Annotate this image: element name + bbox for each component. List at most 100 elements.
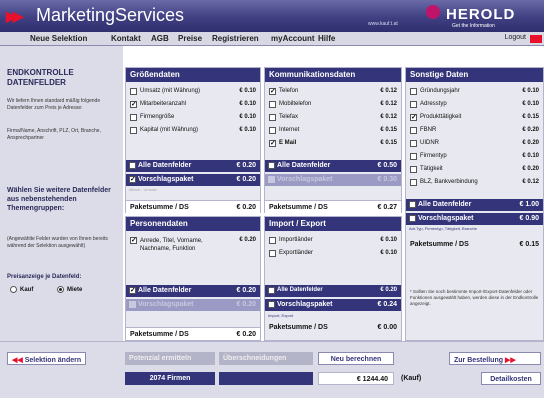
field-row[interactable]: Gründungsjahr € 0.10: [410, 87, 539, 97]
field-row[interactable]: FBNR € 0.20: [410, 126, 539, 136]
panel-sonstige-daten: Sonstige Daten Gründungsjahr € 0.10 Adres…: [405, 67, 544, 341]
footnote: * Sollten Sie noch bestimmte Import-/Exp…: [410, 289, 539, 306]
panel-import-export: Import / Export Importländer € 0.10 Expor…: [264, 216, 402, 341]
field-row[interactable]: Tätigkeit € 0.20: [410, 165, 539, 175]
change-selection-button[interactable]: ◀◀ Selektion ändern: [7, 352, 87, 365]
field-row[interactable]: ✓ Produkttätigkeit € 0.15: [410, 113, 539, 123]
panel-title: Import / Export: [265, 217, 401, 231]
page-subtitle: DATENFELDER: [7, 78, 66, 87]
nav-hilfe[interactable]: Hilfe: [318, 34, 335, 43]
nav-preise[interactable]: Preise: [178, 34, 202, 43]
checkbox-checked[interactable]: ✓: [410, 114, 417, 121]
field-row[interactable]: Firmengröße € 0.10: [130, 113, 256, 123]
checkbox-checked[interactable]: ✓: [130, 101, 137, 108]
field-row[interactable]: ✓ Telefon € 0.12: [269, 87, 397, 97]
checkbox[interactable]: [269, 237, 276, 244]
cost-details-button[interactable]: Detailkosten: [481, 372, 541, 385]
left-info-panel: ENDKONTROLLE DATENFELDER Wir liefern Ihn…: [0, 46, 123, 341]
select-all-bar[interactable]: Alle Datenfelder € 0.20: [265, 285, 401, 297]
checkbox-checked[interactable]: ✓: [269, 140, 276, 147]
checkbox-checked[interactable]: ✓: [269, 88, 276, 95]
checkbox[interactable]: [269, 114, 276, 121]
info-field-list: Firma/Name, Anschrift, PLZ, Ort, Branche…: [7, 128, 101, 141]
package-sum: Paketsumme / DS € 0.20: [126, 200, 260, 213]
checkbox[interactable]: [268, 176, 275, 183]
brand-arrows-icon: ▶▶: [6, 8, 23, 24]
checkbox[interactable]: [409, 201, 416, 208]
nav-agb[interactable]: AGB: [151, 34, 169, 43]
select-all-bar[interactable]: ✓ Alle Datenfelder € 0.20: [126, 285, 260, 297]
field-row[interactable]: Importländer € 0.10: [269, 236, 397, 246]
checkbox[interactable]: [410, 179, 417, 186]
checkbox[interactable]: [410, 166, 417, 173]
checkbox-checked[interactable]: ✓: [130, 237, 137, 244]
select-all-bar[interactable]: Alle Datenfelder € 0.20: [126, 160, 260, 172]
field-row[interactable]: BLZ, Bankverbindung € 0.12: [410, 178, 539, 188]
select-all-bar[interactable]: Alle Datenfelder € 0.50: [265, 160, 401, 172]
herold-logo: HEROLD: [446, 6, 516, 23]
suggestion-package-bar[interactable]: Vorschlagspaket € 0.20: [126, 299, 260, 311]
checkbox[interactable]: [410, 127, 417, 134]
panel-title: Personendaten: [126, 217, 260, 231]
suggestion-package-bar[interactable]: Vorschlagspaket € 0.90: [406, 213, 543, 225]
radio-kauf[interactable]: Kauf: [10, 286, 33, 293]
checkbox[interactable]: [130, 114, 137, 121]
checkbox[interactable]: [129, 162, 136, 169]
suggestion-package-bar[interactable]: ✓ Vorschlagspaket € 0.20: [126, 174, 260, 186]
checkbox[interactable]: [269, 127, 276, 134]
field-row[interactable]: Telefax € 0.12: [269, 113, 397, 123]
checkbox[interactable]: [410, 101, 417, 108]
panel-title: Kommunikationsdaten: [265, 68, 401, 82]
checkbox[interactable]: [268, 162, 275, 169]
checkbox[interactable]: [268, 287, 275, 294]
to-order-button[interactable]: Zur Bestellung ▶▶: [449, 352, 541, 365]
field-row[interactable]: Adresstyp € 0.10: [410, 100, 539, 110]
potential-button[interactable]: Potenzial ermitteln: [125, 352, 215, 365]
field-row[interactable]: ✓ Mitarbeiteranzahl € 0.10: [130, 100, 256, 110]
nav-myaccount[interactable]: myAccount: [271, 34, 315, 43]
panel-title: Größendaten: [126, 68, 260, 82]
field-row[interactable]: ✓ Anrede, Titel, Vorname, Nachname, Funkt…: [130, 236, 256, 258]
double-arrow-right-icon: ▶▶: [503, 357, 516, 364]
radio-miete-icon[interactable]: [57, 286, 64, 293]
checkbox[interactable]: [410, 140, 417, 147]
field-row[interactable]: Firmentyp € 0.10: [410, 152, 539, 162]
overlap-button[interactable]: Überschneidungen: [219, 352, 313, 365]
field-row[interactable]: Mobiltelefon € 0.12: [269, 100, 397, 110]
field-row[interactable]: UIDNR € 0.20: [410, 139, 539, 149]
checkbox[interactable]: [269, 250, 276, 257]
radio-kauf-icon[interactable]: [10, 286, 17, 293]
flag-icon[interactable]: [530, 35, 542, 43]
spacer-cell: [219, 372, 313, 385]
radio-miete[interactable]: Miete: [57, 286, 82, 293]
package-sum: Paketsumme / DS € 0.15: [406, 238, 543, 251]
field-row[interactable]: Exportländer € 0.10: [269, 249, 397, 259]
checkbox[interactable]: [269, 101, 276, 108]
suggestion-package-bar[interactable]: Vorschlagspaket € 0.30: [265, 174, 401, 186]
price-mode-label: (Kauf): [401, 375, 422, 382]
total-price: € 1244.40: [318, 372, 394, 385]
panel-title: Sonstige Daten: [406, 68, 543, 82]
select-all-bar[interactable]: Alle Datenfelder € 1.00: [406, 199, 543, 211]
nav-kontakt[interactable]: Kontakt: [111, 34, 141, 43]
suggestion-package-bar[interactable]: Vorschlagspaket € 0.24: [265, 299, 401, 311]
field-row[interactable]: Umsatz (mit Währung) € 0.10: [130, 87, 256, 97]
logout-link[interactable]: Logout: [505, 34, 526, 41]
panel-groessendaten: Größendaten Umsatz (mit Währung) € 0.10 ✓…: [125, 67, 261, 213]
checkbox-checked[interactable]: ✓: [129, 287, 136, 294]
field-row[interactable]: ✓ E Mail € 0.15: [269, 139, 397, 149]
field-row[interactable]: Internet € 0.15: [269, 126, 397, 136]
herold-logo-icon: [426, 5, 440, 19]
checkbox[interactable]: [268, 301, 275, 308]
checkbox[interactable]: [410, 153, 417, 160]
nav-registrieren[interactable]: Registrieren: [212, 34, 259, 43]
nav-neue-selektion[interactable]: Neue Selektion: [30, 34, 87, 43]
checkbox[interactable]: [130, 88, 137, 95]
checkbox[interactable]: [129, 301, 136, 308]
checkbox[interactable]: [130, 127, 137, 134]
checkbox[interactable]: [409, 215, 416, 222]
field-row[interactable]: Kapital (mit Währung) € 0.10: [130, 126, 256, 136]
checkbox-checked[interactable]: ✓: [129, 176, 136, 183]
checkbox[interactable]: [410, 88, 417, 95]
recalculate-button[interactable]: Neu berechnen: [318, 352, 394, 365]
